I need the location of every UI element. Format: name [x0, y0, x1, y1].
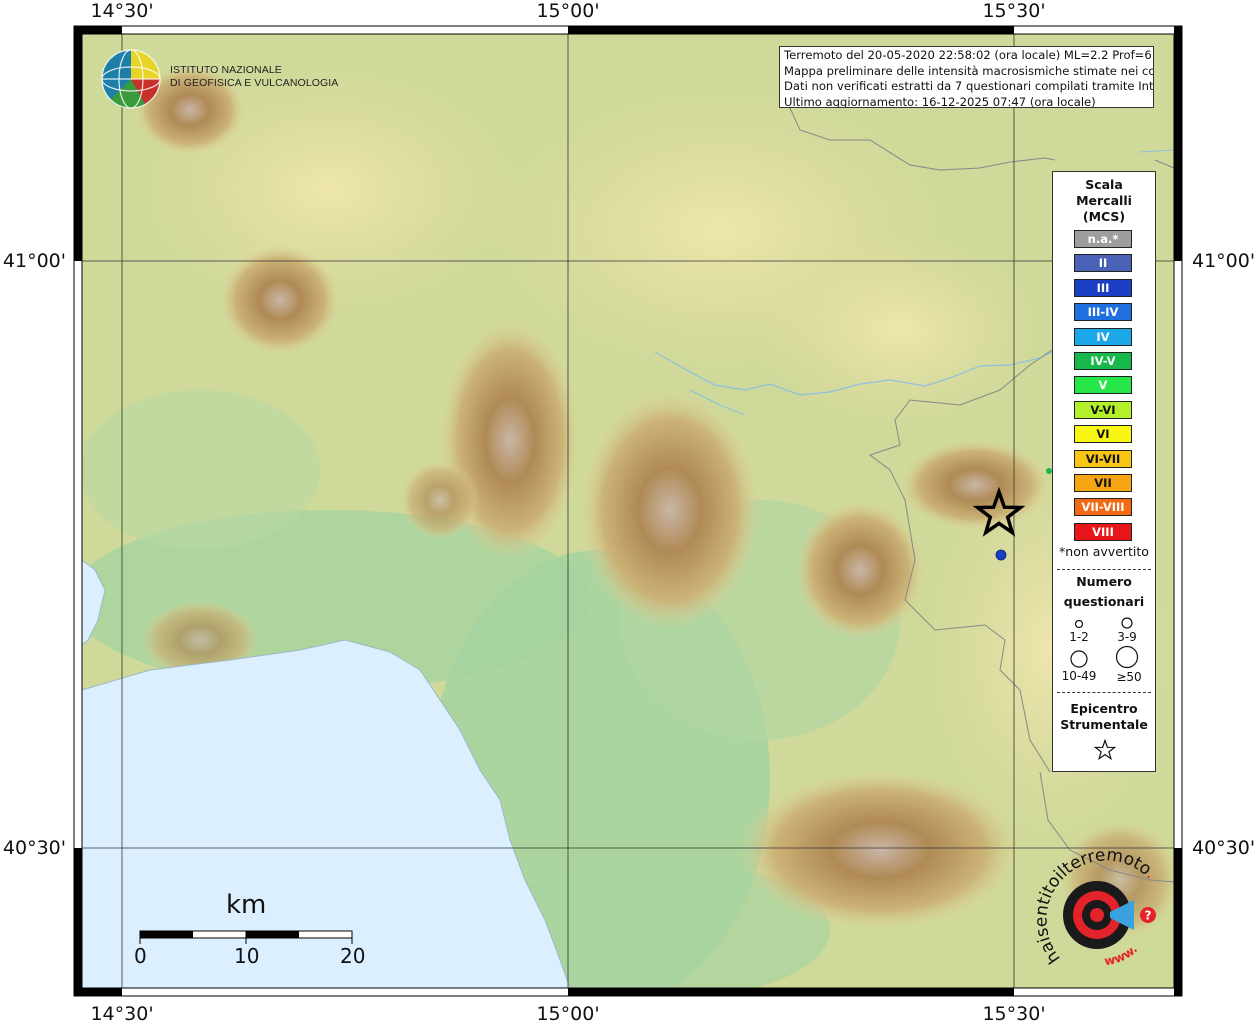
mountain — [580, 390, 760, 630]
event-info-box: Terremoto del 20-05-2020 22:58:02 (ora l… — [779, 46, 1154, 108]
ingv-name-line2: DI GEOFISICA E VULCANOLOGIA — [170, 77, 339, 89]
svg-text:?: ? — [1145, 909, 1152, 923]
epicenter-heading-line: Strumentale — [1060, 717, 1148, 732]
legend-note: *non avvertito — [1059, 544, 1149, 559]
count-label: 3-9 — [1117, 630, 1137, 644]
count-heading: Numero questionari — [1053, 574, 1155, 610]
epicenter-heading: Epicentro Strumentale — [1053, 701, 1155, 733]
legend-divider — [1057, 692, 1151, 693]
legend-title-line: Mercalli — [1076, 193, 1132, 208]
mountain — [900, 440, 1050, 530]
mcs-legend: Scala Mercalli (MCS) n.a.* II III III-IV IV I… — [1052, 171, 1156, 772]
intensity-swatch: VII — [1074, 474, 1132, 492]
intensity-report-point[interactable] — [995, 549, 1007, 561]
count-circle-50 — [1115, 645, 1139, 669]
scale-label-10: 10 — [234, 944, 260, 968]
intensity-swatch: III-IV — [1074, 303, 1132, 322]
scale-label-0: 0 — [134, 944, 147, 968]
intensity-swatch: III — [1074, 278, 1132, 297]
legend-title: Scala Mercalli (MCS) — [1053, 177, 1155, 225]
intensity-swatch: VIII — [1074, 522, 1132, 541]
count-circle-3-9 — [1121, 617, 1133, 629]
terrain-layer — [82, 34, 1174, 988]
scale-unit: km — [226, 890, 267, 920]
hills — [750, 230, 1050, 430]
epicenter-legend-star-icon — [1094, 739, 1116, 761]
lowland-plain — [82, 390, 320, 550]
scale-label-20: 20 — [340, 944, 366, 968]
intensity-swatch: VI-VII — [1074, 449, 1132, 468]
intensity-swatch: VII-VIII — [1074, 498, 1132, 517]
count-label: 1-2 — [1069, 630, 1089, 644]
mountain — [740, 770, 1020, 930]
legend-title-line: (MCS) — [1082, 209, 1126, 224]
event-info-line: Terremoto del 20-05-2020 22:58:02 (ora l… — [784, 48, 1154, 62]
ingv-logo-icon — [101, 49, 161, 109]
count-circle-1-2 — [1074, 619, 1084, 629]
count-circle-10-49 — [1070, 650, 1088, 668]
mountain — [795, 500, 925, 640]
intensity-swatch: V-VI — [1074, 400, 1132, 419]
ingv-name-line1: ISTITUTO NAZIONALE — [170, 64, 282, 76]
intensity-swatch: V — [1074, 376, 1132, 395]
event-info-line: Dati non verificati estratti da 7 questi… — [784, 79, 1154, 93]
intensity-swatch: n.a.* — [1074, 230, 1132, 248]
ingv-name: ISTITUTO NAZIONALE DI GEOFISICA E VULCAN… — [170, 64, 338, 90]
mountain — [220, 245, 340, 355]
epicenter-heading-line: Epicentro — [1070, 701, 1138, 716]
count-heading-line: Numero — [1076, 574, 1132, 589]
event-info-line: Ultimo aggiornamento: 16-12-2025 07:47 (… — [784, 94, 1096, 108]
legend-divider — [1057, 569, 1151, 570]
legend-title-line: Scala — [1085, 177, 1123, 192]
count-label: 10-49 — [1061, 669, 1097, 683]
mountain — [400, 460, 480, 540]
intensity-swatch: IV — [1074, 327, 1132, 346]
count-heading-line: questionari — [1063, 594, 1145, 609]
count-label: ≥50 — [1116, 670, 1142, 684]
intensity-swatch: IV-V — [1074, 352, 1132, 370]
intensity-swatch: II — [1074, 254, 1132, 273]
intensity-swatch: VI — [1074, 425, 1132, 444]
event-info-line: Mappa preliminare delle intensità macros… — [784, 63, 1154, 78]
